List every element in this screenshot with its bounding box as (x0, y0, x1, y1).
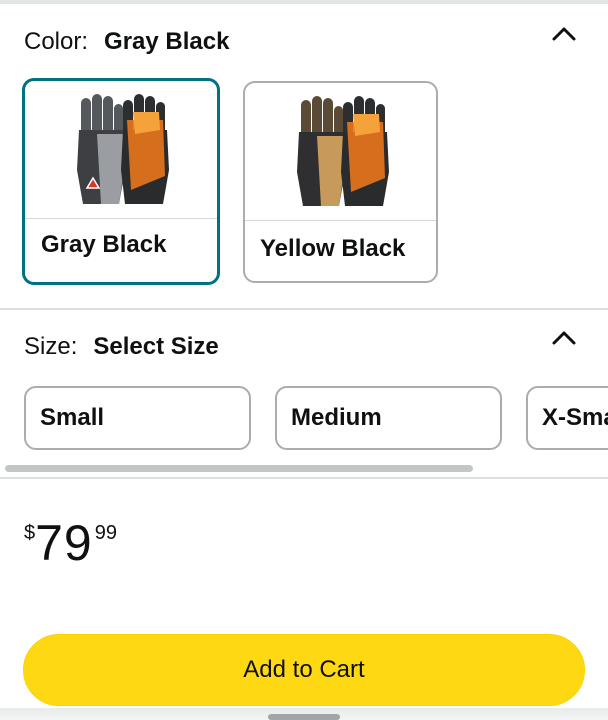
color-header[interactable]: Color: Gray Black (24, 28, 229, 56)
price-currency-symbol: $ (24, 522, 36, 544)
price-whole: 79 (35, 515, 93, 571)
swatch-gray-black[interactable]: Gray Black (22, 78, 220, 285)
swatch-yellow-black[interactable]: Yellow Black (243, 81, 438, 283)
top-divider (0, 0, 608, 4)
color-label: Color: (24, 28, 89, 55)
size-scrollbar[interactable] (5, 465, 473, 472)
size-option-medium[interactable]: Medium (275, 386, 502, 450)
size-selected-value: Select Size (93, 333, 219, 360)
swatch-name: Gray Black (41, 231, 167, 258)
swatch-divider (25, 218, 217, 219)
size-option-small[interactable]: Small (24, 386, 251, 450)
section-divider (0, 308, 608, 310)
size-label: Size: (24, 333, 78, 360)
price-fraction: 99 (94, 522, 117, 544)
add-to-cart-button[interactable]: Add to Cart (23, 634, 585, 706)
section-divider (0, 477, 608, 479)
size-option-x-small[interactable]: X-Small (526, 386, 608, 450)
gloves-gray-black-image (25, 81, 217, 218)
price: $ 79 99 (24, 518, 117, 570)
chevron-up-icon[interactable] (551, 328, 577, 348)
gloves-yellow-black-image (245, 83, 436, 220)
chevron-up-icon[interactable] (551, 24, 577, 44)
size-header[interactable]: Size: Select Size (24, 333, 219, 361)
home-indicator (268, 714, 340, 720)
swatch-divider (245, 220, 436, 221)
color-selected-value: Gray Black (104, 28, 230, 55)
swatch-name: Yellow Black (260, 235, 406, 262)
